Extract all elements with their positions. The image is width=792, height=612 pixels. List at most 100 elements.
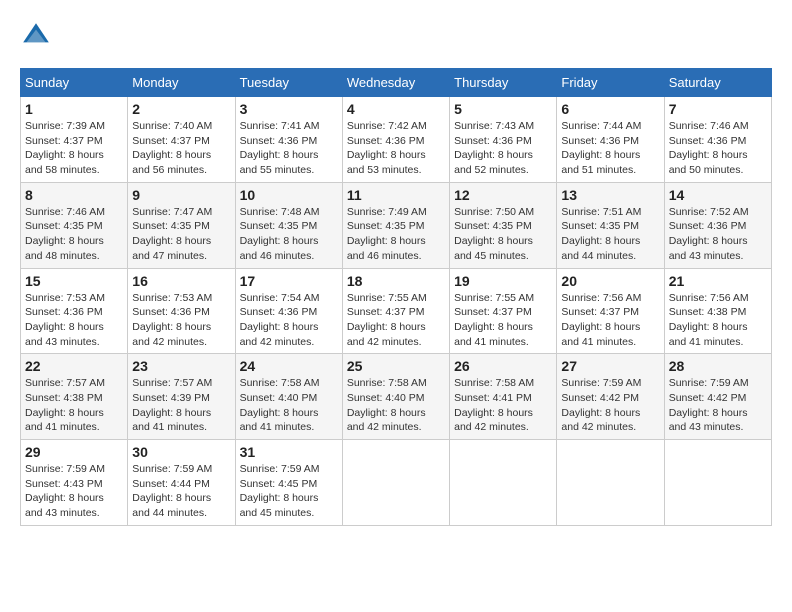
cell-info: Sunrise: 7:59 AM Sunset: 4:45 PM Dayligh… [240,462,338,521]
calendar-table: SundayMondayTuesdayWednesdayThursdayFrid… [20,68,772,526]
calendar-cell: 20 Sunrise: 7:56 AM Sunset: 4:37 PM Dayli… [557,268,664,354]
day-number: 12 [454,187,552,203]
day-number: 31 [240,444,338,460]
calendar-cell [557,440,664,526]
cell-info: Sunrise: 7:46 AM Sunset: 4:36 PM Dayligh… [669,119,767,178]
cell-info: Sunrise: 7:52 AM Sunset: 4:36 PM Dayligh… [669,205,767,264]
logo [20,20,56,52]
calendar-cell: 2 Sunrise: 7:40 AM Sunset: 4:37 PM Daylig… [128,97,235,183]
weekday-header-sunday: Sunday [21,69,128,97]
calendar-cell: 21 Sunrise: 7:56 AM Sunset: 4:38 PM Dayli… [664,268,771,354]
calendar-cell: 9 Sunrise: 7:47 AM Sunset: 4:35 PM Daylig… [128,182,235,268]
day-number: 10 [240,187,338,203]
cell-info: Sunrise: 7:51 AM Sunset: 4:35 PM Dayligh… [561,205,659,264]
cell-info: Sunrise: 7:56 AM Sunset: 4:38 PM Dayligh… [669,291,767,350]
weekday-header-wednesday: Wednesday [342,69,449,97]
calendar-cell: 5Sunrise: 7:43 AM Sunset: 4:36 PM Daylig… [450,97,557,183]
cell-info: Sunrise: 7:58 AM Sunset: 4:40 PM Dayligh… [347,376,445,435]
calendar-cell: 16 Sunrise: 7:53 AM Sunset: 4:36 PM Dayli… [128,268,235,354]
cell-info: Sunrise: 7:53 AM Sunset: 4:36 PM Dayligh… [25,291,123,350]
calendar-cell: 14 Sunrise: 7:52 AM Sunset: 4:36 PM Dayli… [664,182,771,268]
calendar-cell: 23Sunrise: 7:57 AM Sunset: 4:39 PM Dayli… [128,354,235,440]
calendar-cell: 29 Sunrise: 7:59 AM Sunset: 4:43 PM Dayli… [21,440,128,526]
calendar-cell [450,440,557,526]
cell-info: Sunrise: 7:49 AM Sunset: 4:35 PM Dayligh… [347,205,445,264]
cell-info: Sunrise: 7:58 AM Sunset: 4:41 PM Dayligh… [454,376,552,435]
day-number: 1 [25,101,123,117]
cell-info: Sunrise: 7:59 AM Sunset: 4:44 PM Dayligh… [132,462,230,521]
calendar-cell [664,440,771,526]
calendar-cell: 24 Sunrise: 7:58 AM Sunset: 4:40 PM Dayli… [235,354,342,440]
day-number: 2 [132,101,230,117]
day-number: 29 [25,444,123,460]
day-number: 22 [25,358,123,374]
calendar-cell: 22 Sunrise: 7:57 AM Sunset: 4:38 PM Dayli… [21,354,128,440]
calendar-cell: 10 Sunrise: 7:48 AM Sunset: 4:35 PM Dayli… [235,182,342,268]
calendar-week-4: 22 Sunrise: 7:57 AM Sunset: 4:38 PM Dayli… [21,354,772,440]
cell-info: Sunrise: 7:41 AM Sunset: 4:36 PM Dayligh… [240,119,338,178]
calendar-cell: 28 Sunrise: 7:59 AM Sunset: 4:42 PM Dayli… [664,354,771,440]
cell-info: Sunrise: 7:39 AM Sunset: 4:37 PM Dayligh… [25,119,123,178]
day-number: 16 [132,273,230,289]
cell-info: Sunrise: 7:57 AM Sunset: 4:39 PM Dayligh… [132,376,230,435]
calendar-cell: 25 Sunrise: 7:58 AM Sunset: 4:40 PM Dayli… [342,354,449,440]
weekday-header-row: SundayMondayTuesdayWednesdayThursdayFrid… [21,69,772,97]
calendar-cell: 15 Sunrise: 7:53 AM Sunset: 4:36 PM Dayli… [21,268,128,354]
day-number: 3 [240,101,338,117]
day-number: 14 [669,187,767,203]
calendar-week-3: 15 Sunrise: 7:53 AM Sunset: 4:36 PM Dayli… [21,268,772,354]
calendar-cell: 17 Sunrise: 7:54 AM Sunset: 4:36 PM Dayli… [235,268,342,354]
cell-info: Sunrise: 7:57 AM Sunset: 4:38 PM Dayligh… [25,376,123,435]
weekday-header-saturday: Saturday [664,69,771,97]
weekday-header-monday: Monday [128,69,235,97]
day-number: 8 [25,187,123,203]
cell-info: Sunrise: 7:54 AM Sunset: 4:36 PM Dayligh… [240,291,338,350]
cell-info: Sunrise: 7:44 AM Sunset: 4:36 PM Dayligh… [561,119,659,178]
day-number: 27 [561,358,659,374]
calendar-cell: 3 Sunrise: 7:41 AM Sunset: 4:36 PM Daylig… [235,97,342,183]
day-number: 28 [669,358,767,374]
calendar-cell: 13Sunrise: 7:51 AM Sunset: 4:35 PM Dayli… [557,182,664,268]
page-header [20,20,772,52]
day-number: 7 [669,101,767,117]
weekday-header-thursday: Thursday [450,69,557,97]
calendar-cell: 1 Sunrise: 7:39 AM Sunset: 4:37 PM Daylig… [21,97,128,183]
calendar-cell: 8Sunrise: 7:46 AM Sunset: 4:35 PM Daylig… [21,182,128,268]
calendar-cell: 12 Sunrise: 7:50 AM Sunset: 4:35 PM Dayli… [450,182,557,268]
weekday-header-friday: Friday [557,69,664,97]
calendar-cell: 7 Sunrise: 7:46 AM Sunset: 4:36 PM Daylig… [664,97,771,183]
day-number: 20 [561,273,659,289]
day-number: 17 [240,273,338,289]
cell-info: Sunrise: 7:58 AM Sunset: 4:40 PM Dayligh… [240,376,338,435]
day-number: 6 [561,101,659,117]
cell-info: Sunrise: 7:59 AM Sunset: 4:43 PM Dayligh… [25,462,123,521]
day-number: 4 [347,101,445,117]
calendar-week-5: 29 Sunrise: 7:59 AM Sunset: 4:43 PM Dayli… [21,440,772,526]
calendar-cell: 4Sunrise: 7:42 AM Sunset: 4:36 PM Daylig… [342,97,449,183]
cell-info: Sunrise: 7:47 AM Sunset: 4:35 PM Dayligh… [132,205,230,264]
day-number: 26 [454,358,552,374]
calendar-cell: 30Sunrise: 7:59 AM Sunset: 4:44 PM Dayli… [128,440,235,526]
day-number: 15 [25,273,123,289]
day-number: 25 [347,358,445,374]
cell-info: Sunrise: 7:59 AM Sunset: 4:42 PM Dayligh… [669,376,767,435]
calendar-cell: 26 Sunrise: 7:58 AM Sunset: 4:41 PM Dayli… [450,354,557,440]
calendar-cell: 19 Sunrise: 7:55 AM Sunset: 4:37 PM Dayli… [450,268,557,354]
day-number: 21 [669,273,767,289]
calendar-cell: 11 Sunrise: 7:49 AM Sunset: 4:35 PM Dayli… [342,182,449,268]
cell-info: Sunrise: 7:50 AM Sunset: 4:35 PM Dayligh… [454,205,552,264]
calendar-cell: 6 Sunrise: 7:44 AM Sunset: 4:36 PM Daylig… [557,97,664,183]
day-number: 9 [132,187,230,203]
calendar-cell: 18Sunrise: 7:55 AM Sunset: 4:37 PM Dayli… [342,268,449,354]
cell-info: Sunrise: 7:48 AM Sunset: 4:35 PM Dayligh… [240,205,338,264]
day-number: 19 [454,273,552,289]
calendar-cell: 31 Sunrise: 7:59 AM Sunset: 4:45 PM Dayli… [235,440,342,526]
cell-info: Sunrise: 7:59 AM Sunset: 4:42 PM Dayligh… [561,376,659,435]
logo-icon [20,20,52,52]
cell-info: Sunrise: 7:55 AM Sunset: 4:37 PM Dayligh… [454,291,552,350]
cell-info: Sunrise: 7:40 AM Sunset: 4:37 PM Dayligh… [132,119,230,178]
day-number: 11 [347,187,445,203]
cell-info: Sunrise: 7:53 AM Sunset: 4:36 PM Dayligh… [132,291,230,350]
cell-info: Sunrise: 7:56 AM Sunset: 4:37 PM Dayligh… [561,291,659,350]
day-number: 24 [240,358,338,374]
